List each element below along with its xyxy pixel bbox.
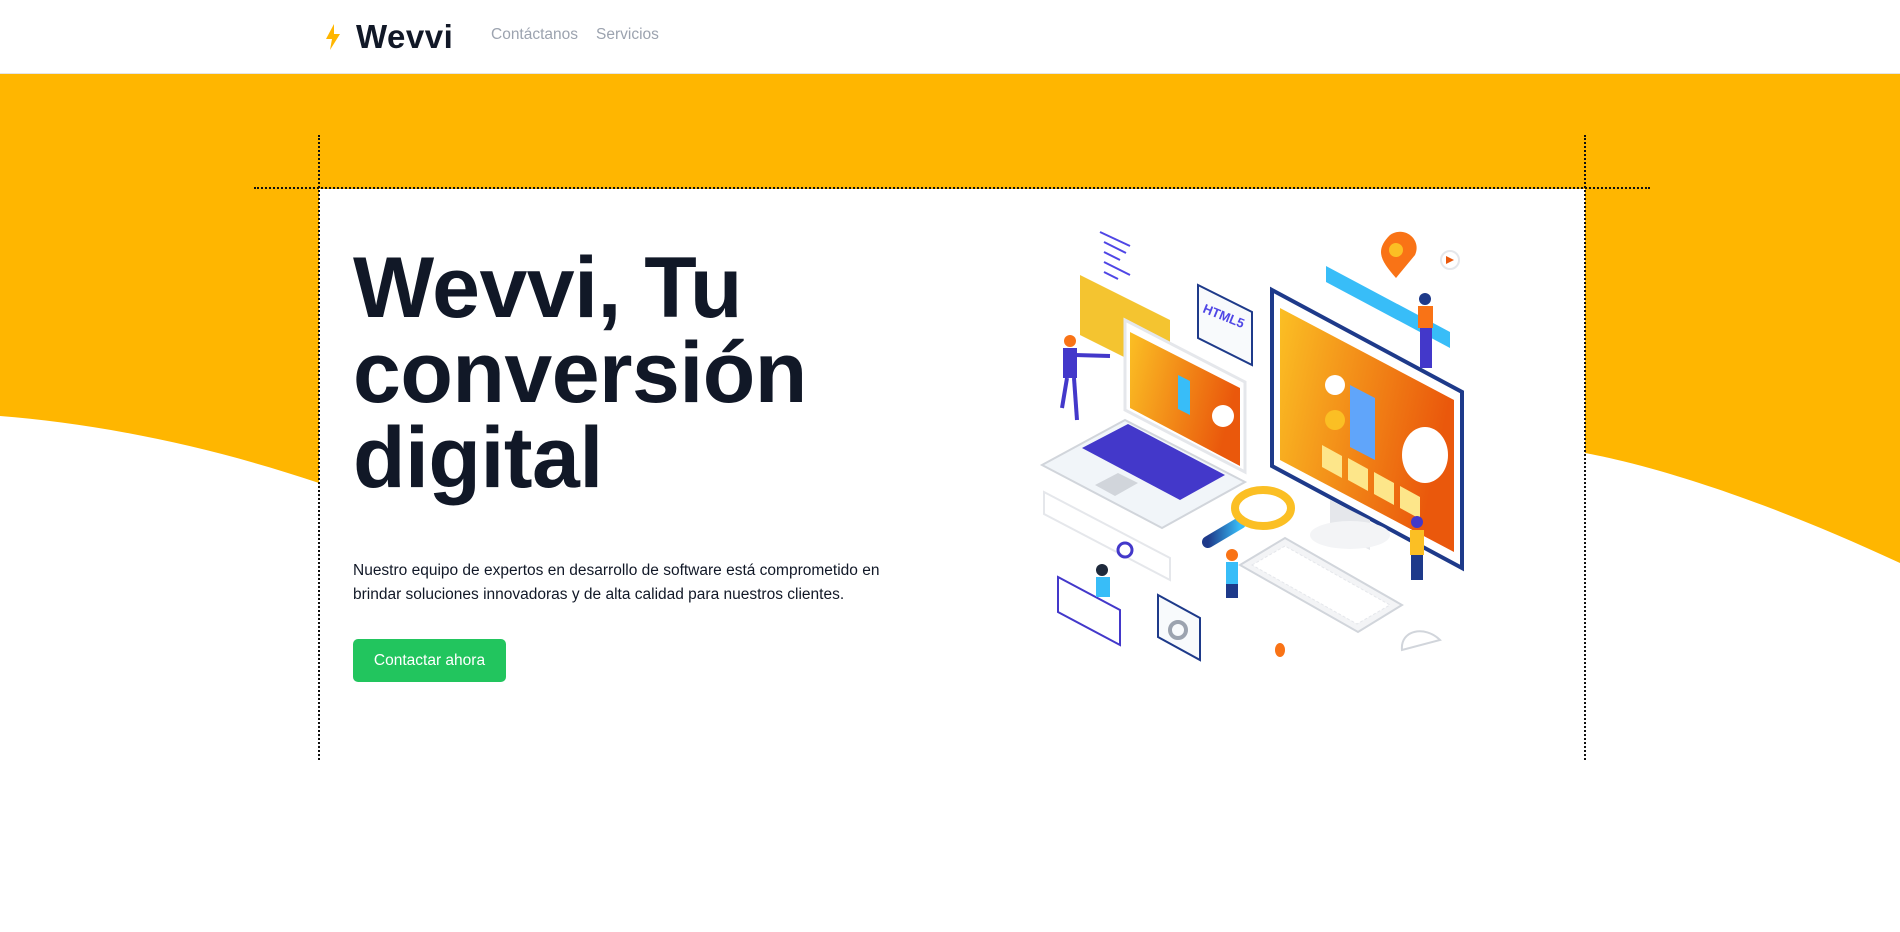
html5-card	[1197, 283, 1253, 367]
guide-line-right	[1584, 135, 1586, 760]
code-snippet	[1099, 231, 1131, 280]
brand-logo[interactable]: Wevvi	[326, 18, 453, 56]
code-card	[1057, 575, 1121, 647]
person-laptop	[1226, 549, 1238, 598]
magnifier-icon	[1202, 486, 1295, 548]
guide-line-left	[318, 135, 320, 760]
brand-name: Wevvi	[356, 18, 454, 55]
hero-title: Wevvi, Tu conversión digital	[353, 240, 807, 506]
orange-dot	[1275, 643, 1285, 657]
person-ruler	[1418, 293, 1433, 368]
guide-line-top	[254, 187, 1650, 189]
web-development-illustration: HTML5	[1039, 231, 1464, 662]
nav-link-contactanos[interactable]: Contáctanos	[491, 26, 578, 44]
nav-link-servicios[interactable]: Servicios	[596, 26, 659, 44]
hero-description: Nuestro equipo de expertos en desarrollo…	[353, 562, 880, 603]
lightning-bolt-icon	[326, 24, 340, 50]
mouse	[1400, 630, 1442, 652]
person-pointing	[1060, 335, 1111, 421]
contact-now-button[interactable]: Contactar ahora	[353, 639, 506, 682]
settings-card	[1157, 593, 1201, 662]
main-nav: Contáctanos Servicios	[491, 26, 659, 44]
person-sitting	[1096, 564, 1110, 597]
site-header: Wevvi Contáctanos Servicios	[0, 0, 1900, 74]
